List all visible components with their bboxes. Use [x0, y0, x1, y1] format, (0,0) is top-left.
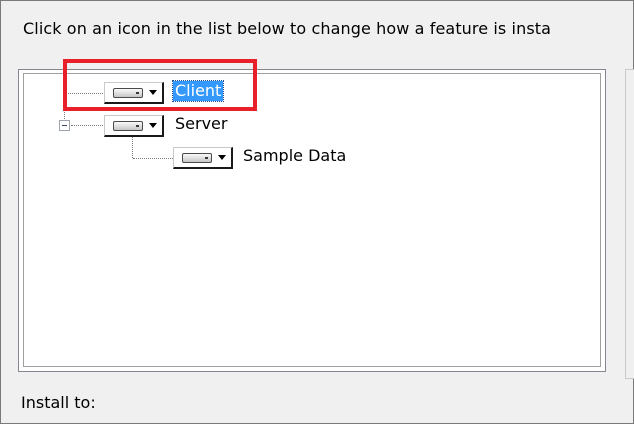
- sample-data-feature-dropdown[interactable]: [173, 147, 233, 169]
- chevron-down-icon: [149, 123, 157, 128]
- tree-connector-sample-data: [133, 158, 175, 159]
- feature-description-panel: [625, 69, 634, 379]
- chevron-down-icon: [218, 155, 226, 160]
- drive-icon: [113, 121, 143, 131]
- feature-selection-dialog: Click on an icon in the list below to ch…: [0, 0, 634, 424]
- annotation-highlight-box: [63, 59, 257, 111]
- tree-connector-server-child: [132, 137, 133, 158]
- tree-connector-server: [71, 125, 105, 126]
- drive-icon: [182, 153, 212, 163]
- server-feature-dropdown[interactable]: [104, 115, 164, 137]
- install-to-label: Install to:: [21, 393, 96, 412]
- tree-item-server[interactable]: Server: [173, 114, 229, 134]
- tree-item-sample-data[interactable]: Sample Data: [241, 146, 348, 166]
- server-collapse-icon[interactable]: [59, 120, 70, 131]
- instruction-text: Click on an icon in the list below to ch…: [23, 19, 552, 38]
